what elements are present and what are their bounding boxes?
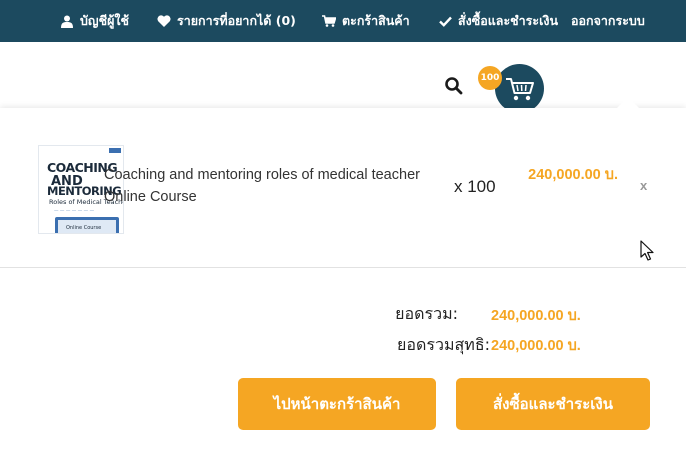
logout-label: ออกจากระบบ xyxy=(571,13,645,28)
heart-icon xyxy=(157,14,171,28)
thumbnail-tagline: — — — — — — — xyxy=(54,209,95,214)
cart-icon xyxy=(322,14,336,28)
net-total-value: 240,000.00 บ. xyxy=(491,338,581,354)
subtotal-value: 240,000.00 บ. xyxy=(491,308,581,324)
thumbnail-screen-text: Online Course xyxy=(58,220,116,233)
mouse-cursor-icon xyxy=(640,240,654,261)
net-total-label: ยอดรวมสุทธิ: xyxy=(397,335,490,354)
product-price: 240,000.00 บ. xyxy=(528,167,618,183)
checkout-label: สั่งซื้อและชำระเงิน xyxy=(458,13,559,28)
check-icon xyxy=(438,14,452,28)
subtotal-label: ยอดรวม: xyxy=(395,304,458,323)
cart-icon xyxy=(505,77,534,100)
view-cart-button[interactable]: ไปหน้าตะกร้าสินค้า xyxy=(238,378,436,430)
brand-mark xyxy=(109,148,121,153)
remove-item-button[interactable]: x xyxy=(640,178,647,193)
mini-cart-button[interactable] xyxy=(495,64,544,113)
wishlist-link[interactable]: รายการที่อยากได้ (0) xyxy=(157,0,296,42)
dropdown-caret xyxy=(617,97,639,108)
user-icon xyxy=(60,14,74,28)
cart-label: ตะกร้าสินค้า xyxy=(342,13,410,28)
product-quantity: x 100 xyxy=(454,177,496,196)
checkout-button[interactable]: สั่งซื้อและชำระเงิน xyxy=(456,378,650,430)
checkout-link[interactable]: สั่งซื้อและชำระเงิน xyxy=(438,0,558,42)
product-name-link[interactable]: Coaching and mentoring roles of medical … xyxy=(104,164,444,208)
wishlist-label: รายการที่อยากได้ (0) xyxy=(177,13,296,28)
divider xyxy=(0,267,686,268)
cart-link[interactable]: ตะกร้าสินค้า xyxy=(322,0,410,42)
site-header xyxy=(0,42,686,108)
search-icon[interactable] xyxy=(444,76,464,96)
cart-count-badge: 100 xyxy=(478,66,502,90)
account-label: บัญชีผู้ใช้ xyxy=(80,13,129,28)
logout-link[interactable]: ออกจากระบบ xyxy=(571,0,645,42)
laptop-graphic: Online Course xyxy=(55,217,119,233)
account-link[interactable]: บัญชีผู้ใช้ xyxy=(60,0,129,42)
